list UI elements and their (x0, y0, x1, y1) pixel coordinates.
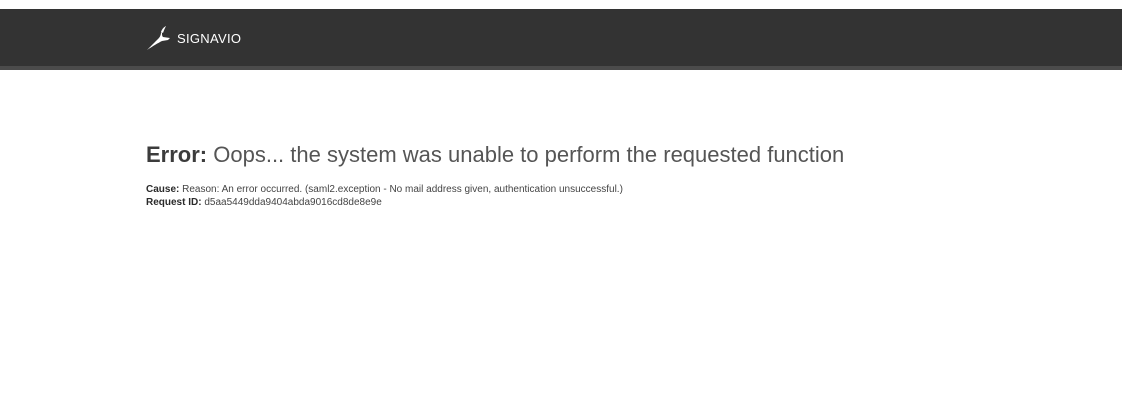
cause-row: Cause: Reason: An error occurred. (saml2… (146, 183, 1046, 196)
brand-name: SIGNAVIO (177, 31, 242, 46)
cause-label: Cause: (146, 184, 180, 195)
error-heading: Error: Oops... the system was unable to … (146, 140, 1046, 170)
signavio-gazelle-icon (147, 26, 170, 50)
error-message: Oops... the system was unable to perform… (213, 142, 845, 167)
error-details: Cause: Reason: An error occurred. (saml2… (146, 183, 1046, 209)
cause-text: Reason: An error occurred. (saml2.except… (182, 184, 623, 195)
error-label: Error: (146, 142, 208, 167)
error-panel: Error: Oops... the system was unable to … (146, 140, 1046, 209)
request-id-row: Request ID: d5aa5449dda9404abda9016cd8de… (146, 196, 1046, 209)
top-header-bar: SIGNAVIO (0, 9, 1122, 70)
request-id-value: d5aa5449dda9404abda9016cd8de8e9e (204, 197, 382, 208)
request-id-label: Request ID: (146, 197, 202, 208)
signavio-logo[interactable]: SIGNAVIO (145, 23, 241, 53)
